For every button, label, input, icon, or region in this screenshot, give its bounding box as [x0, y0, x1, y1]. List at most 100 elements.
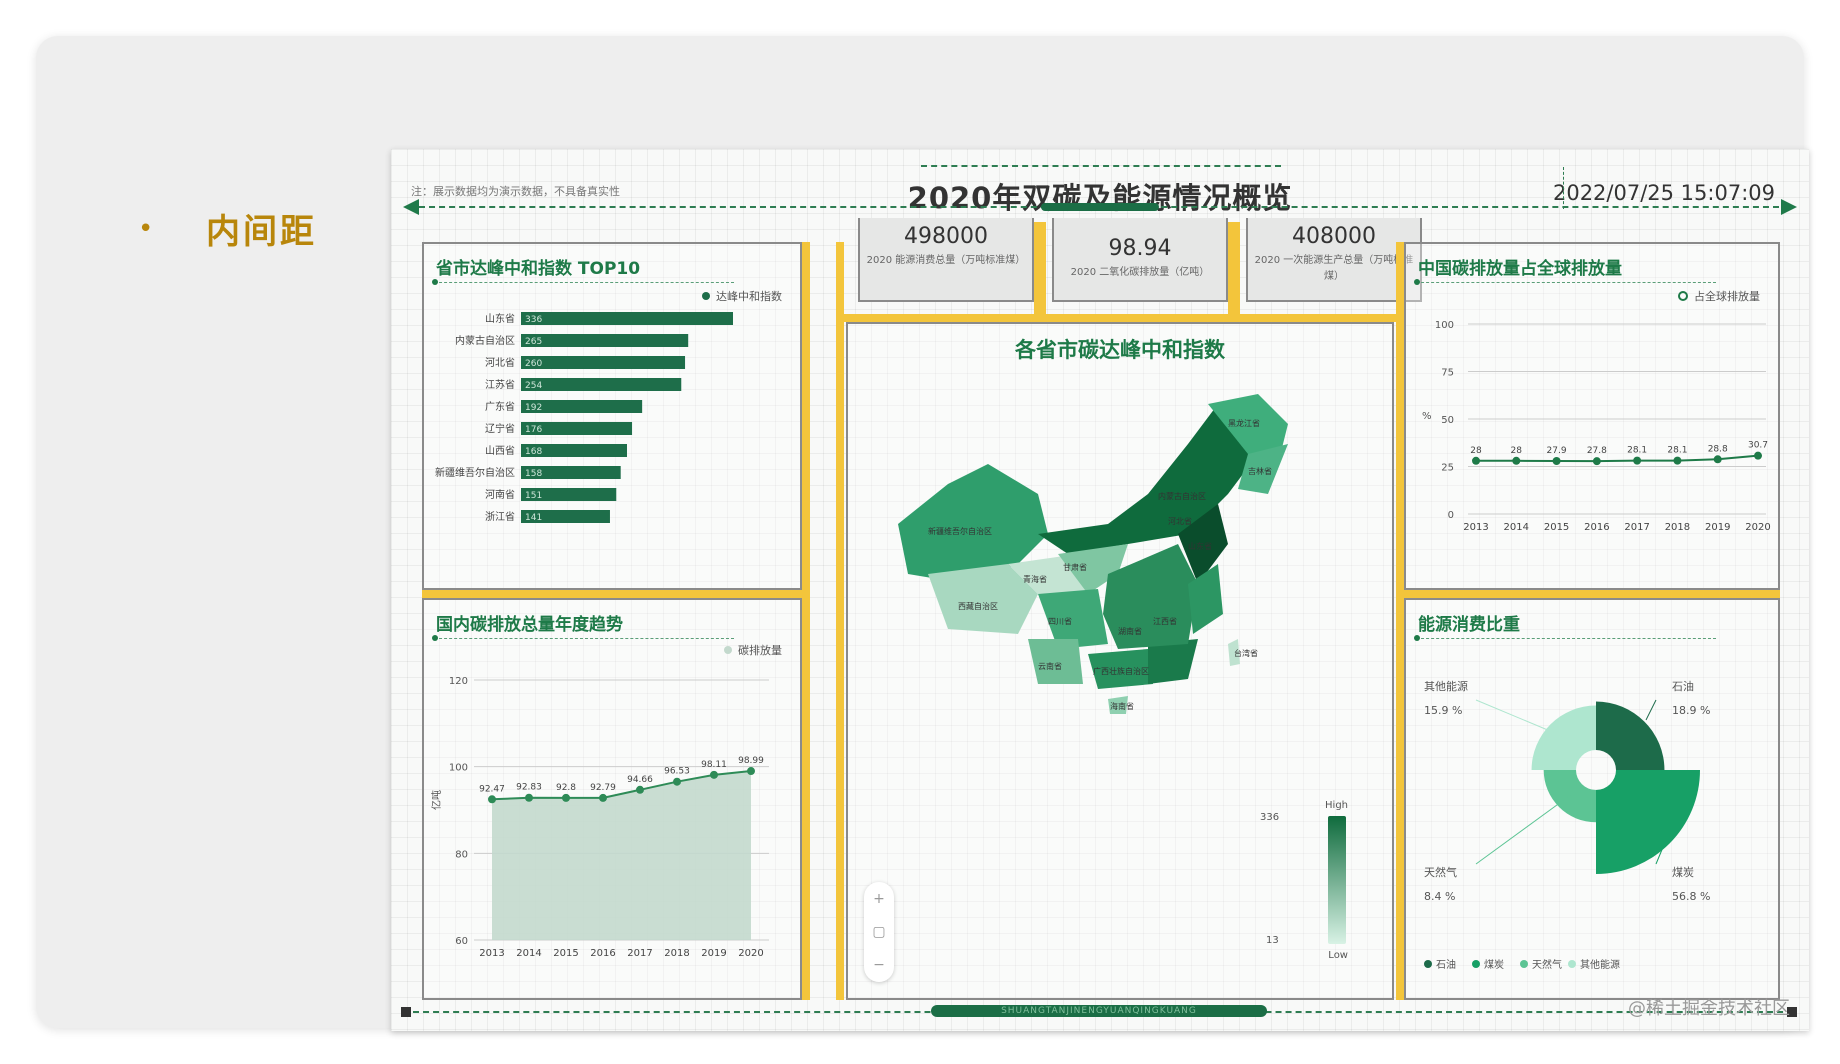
- x-tick-label: 2019: [701, 948, 726, 959]
- kpi-value: 98.94: [1108, 236, 1172, 261]
- legend-dot-icon: [1568, 960, 1576, 968]
- bar-category-label: 河南省: [485, 488, 515, 501]
- x-tick-label: 2020: [738, 948, 763, 959]
- data-label: 98.99: [738, 756, 764, 766]
- data-point: [1754, 451, 1762, 460]
- legend-dot-icon: [1520, 960, 1528, 968]
- data-point: [525, 793, 533, 802]
- data-point: [1592, 457, 1601, 466]
- data-label: 30.7: [1748, 441, 1768, 451]
- data-point: [1673, 456, 1682, 465]
- x-tick-label: 2019: [1705, 522, 1730, 533]
- data-point: [599, 793, 607, 802]
- bar-value-label: 158: [525, 469, 542, 479]
- slide-heading: • 内间距: [138, 204, 317, 253]
- kpi-value: 408000: [1292, 224, 1376, 249]
- data-label: 27.8: [1587, 446, 1607, 456]
- data-point: [1633, 456, 1642, 465]
- map-label: 湖南省: [1118, 626, 1142, 636]
- data-label: 27.9: [1547, 446, 1567, 456]
- bar: [521, 356, 686, 369]
- label-leader-line: [1475, 793, 1573, 865]
- yellow-frame: [844, 314, 1396, 322]
- scale-high-label: High: [1325, 800, 1348, 811]
- slice-percent-label: 15.9 %: [1424, 704, 1462, 717]
- map-label: 青海省: [1023, 574, 1047, 584]
- scale-max-value: 336: [1260, 812, 1280, 823]
- map-label: 黑龙江省: [1228, 418, 1260, 428]
- map-label: 西藏自治区: [958, 601, 998, 611]
- watermark: @稀土掘金技术社区: [1628, 998, 1790, 1019]
- yellow-frame: [836, 242, 844, 1000]
- data-point: [1472, 456, 1480, 465]
- kpi-label: 2020 二氧化碳排放量（亿吨）: [1070, 267, 1210, 278]
- slice-percent-label: 8.4 %: [1424, 890, 1455, 903]
- bar-value-label: 254: [525, 381, 542, 391]
- scale-gradient-bar[interactable]: [1328, 816, 1346, 944]
- data-label: 92.79: [590, 783, 616, 793]
- rose-slice: [1596, 770, 1700, 874]
- rose-slice: [1596, 701, 1665, 770]
- legend-label: 煤炭: [1484, 958, 1504, 971]
- map-label: 台湾省: [1234, 648, 1258, 658]
- slice-name-label: 煤炭: [1672, 866, 1694, 879]
- legend-label: 其他能源: [1580, 958, 1620, 971]
- slice-name-label: 天然气: [1424, 865, 1457, 879]
- x-tick-label: 2017: [627, 948, 652, 959]
- map-label: 四川省: [1048, 616, 1072, 626]
- label-leader-line: [1475, 699, 1563, 737]
- bar-category-label: 河北省: [485, 356, 515, 369]
- data-label: 28.1: [1667, 446, 1687, 456]
- bar-category-label: 内蒙古自治区: [455, 334, 515, 347]
- slice-name-label: 其他能源: [1424, 679, 1468, 693]
- data-point: [1713, 455, 1722, 464]
- title-underline: [1041, 203, 1159, 211]
- rose-slice: [1531, 705, 1596, 770]
- y-tick-label: 0: [1448, 510, 1454, 521]
- dashboard-screenshot: 注：展示数据均为演示数据，不具备真实性 2020年双碳及能源情况概览 2022/…: [391, 149, 1809, 1031]
- y-tick-label: 100: [449, 763, 468, 774]
- map-zoom-controls: + ▢ −: [864, 882, 894, 982]
- bar-value-label: 192: [525, 403, 542, 413]
- bar-value-label: 336: [525, 315, 542, 325]
- zoom-out-button[interactable]: −: [873, 957, 885, 973]
- zoom-in-button[interactable]: +: [873, 891, 885, 907]
- top10-title: 省市达峰中和指数 TOP10: [436, 259, 641, 279]
- y-tick-label: 25: [1441, 463, 1454, 474]
- map-visualmap-legend: High 336 13 Low: [1260, 800, 1348, 970]
- kpi-card: 98.94 2020 二氧化碳排放量（亿吨）: [1052, 218, 1228, 302]
- y-tick-label: 80: [455, 849, 468, 860]
- trend-area-chart: 60 80 100 120 亿吨 92.47 92.83 92.8 92.79 94.66 96.5…: [430, 676, 769, 959]
- bar-category-label: 新疆维吾尔自治区: [435, 466, 515, 479]
- data-point: [673, 777, 681, 786]
- legend-dot-icon: [1424, 960, 1432, 968]
- map-title: 各省市碳达峰中和指数: [1015, 338, 1225, 362]
- yellow-frame: [1404, 590, 1780, 598]
- time-connector: [1563, 167, 1564, 209]
- y-axis-label: 亿吨: [430, 790, 443, 810]
- map-label: 吉林省: [1248, 466, 1272, 476]
- title-underline: [1414, 635, 1716, 641]
- kpi-label: 2020 一次能源生产总量（万吨标准煤）: [1254, 255, 1414, 282]
- y-axis-label: %: [1422, 411, 1432, 422]
- zoom-reset-button[interactable]: ▢: [872, 924, 885, 940]
- global-title: 中国碳排放量占全球排放量: [1418, 259, 1622, 279]
- y-tick-label: 100: [1435, 320, 1454, 331]
- left-arrow-icon: [403, 199, 419, 215]
- right-arrow-icon: [1781, 199, 1797, 215]
- title-top-line: [921, 165, 1281, 167]
- x-tick-label: 2015: [1544, 522, 1569, 533]
- kpi-value: 498000: [904, 224, 988, 249]
- bar-value-label: 168: [525, 447, 542, 457]
- x-tick-label: 2015: [553, 948, 578, 959]
- bar-category-label: 江苏省: [485, 378, 515, 391]
- x-tick-label: 2014: [1504, 522, 1529, 533]
- x-tick-label: 2014: [516, 948, 541, 959]
- bar-value-label: 141: [525, 513, 542, 523]
- yellow-frame: [1228, 222, 1240, 314]
- legend-label: 石油: [1436, 958, 1456, 971]
- energy-mix-panel: 能源消费比重 石油 18.9 % 煤炭 56.8 % 天然气 8.4 % 其他能源 15.9 …: [1404, 598, 1780, 1000]
- china-choropleth-map: 新疆维吾尔自治区 内蒙古自治区 西藏自治区 青海省 甘肃省 四川省 云南省 广西…: [898, 394, 1288, 714]
- data-label: 98.11: [701, 760, 727, 770]
- y-tick-label: 75: [1441, 368, 1454, 379]
